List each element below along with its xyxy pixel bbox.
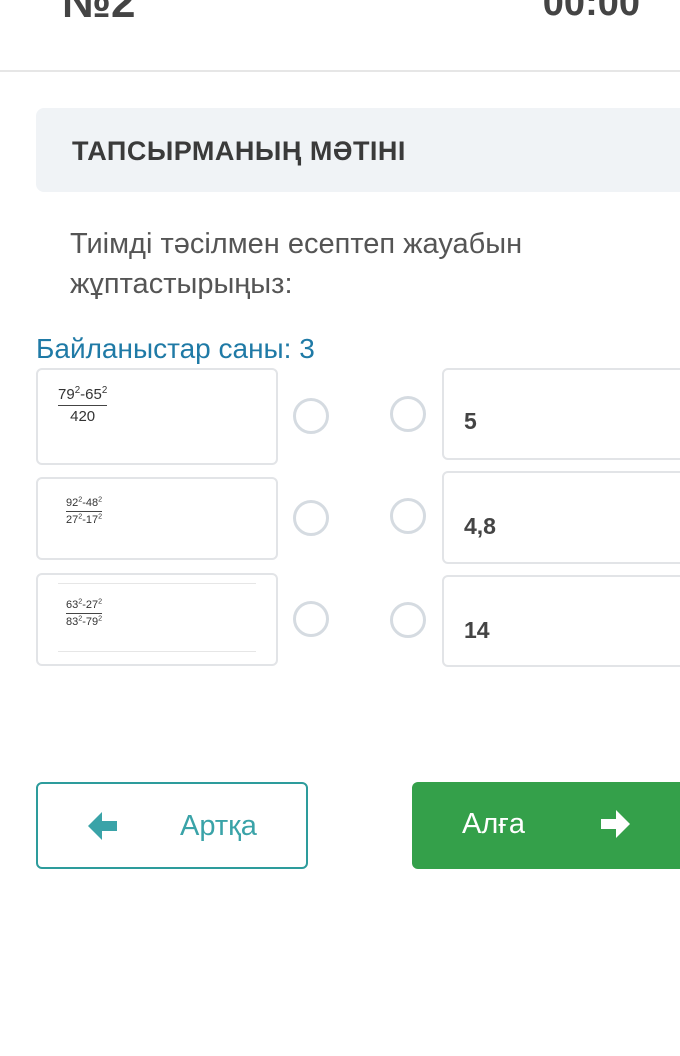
question-number: №2: [62, 0, 136, 27]
fraction-expression: 922-482 272-172: [66, 495, 103, 526]
back-button-label: Артқа: [180, 810, 257, 842]
right-connector-radio-1[interactable]: [390, 396, 426, 432]
right-connector-radio-2[interactable]: [390, 498, 426, 534]
left-item-2[interactable]: 922-482 272-172: [36, 477, 278, 560]
left-connector-radio-2[interactable]: [293, 500, 329, 536]
timer: 00:00: [542, 0, 640, 24]
left-item-1[interactable]: 792-652 420: [36, 368, 278, 465]
back-button[interactable]: Артқа: [36, 782, 308, 869]
answer-value: 5: [464, 408, 477, 434]
next-button[interactable]: Алға: [412, 782, 680, 869]
divider: [58, 651, 256, 652]
links-count: Байланыстар саны: 3: [36, 333, 315, 364]
left-connector-radio-3[interactable]: [293, 601, 329, 637]
right-connector-radio-3[interactable]: [390, 602, 426, 638]
left-item-3[interactable]: 632-272 832-792: [36, 573, 278, 666]
arrow-left-icon: [86, 806, 120, 851]
fraction-expression: 792-652 420: [58, 385, 108, 425]
task-title: ТАПСЫРМАНЫҢ МӘТІНІ: [72, 136, 406, 166]
right-item-3[interactable]: 14: [442, 575, 680, 667]
answer-value: 14: [464, 617, 490, 643]
fraction-expression: 632-272 832-792: [66, 597, 103, 628]
right-item-2[interactable]: 4,8: [442, 471, 680, 564]
divider: [58, 583, 256, 584]
task-header: ТАПСЫРМАНЫҢ МӘТІНІ: [36, 108, 680, 192]
next-button-label: Алға: [462, 808, 525, 840]
answer-value: 4,8: [464, 513, 496, 539]
arrow-right-icon: [598, 804, 632, 849]
task-instruction: Тиімді тәсілмен есептеп жауабын жұптасты…: [70, 228, 523, 300]
top-bar: №2 00:00: [0, 0, 680, 72]
right-item-1[interactable]: 5: [442, 368, 680, 460]
left-connector-radio-1[interactable]: [293, 398, 329, 434]
